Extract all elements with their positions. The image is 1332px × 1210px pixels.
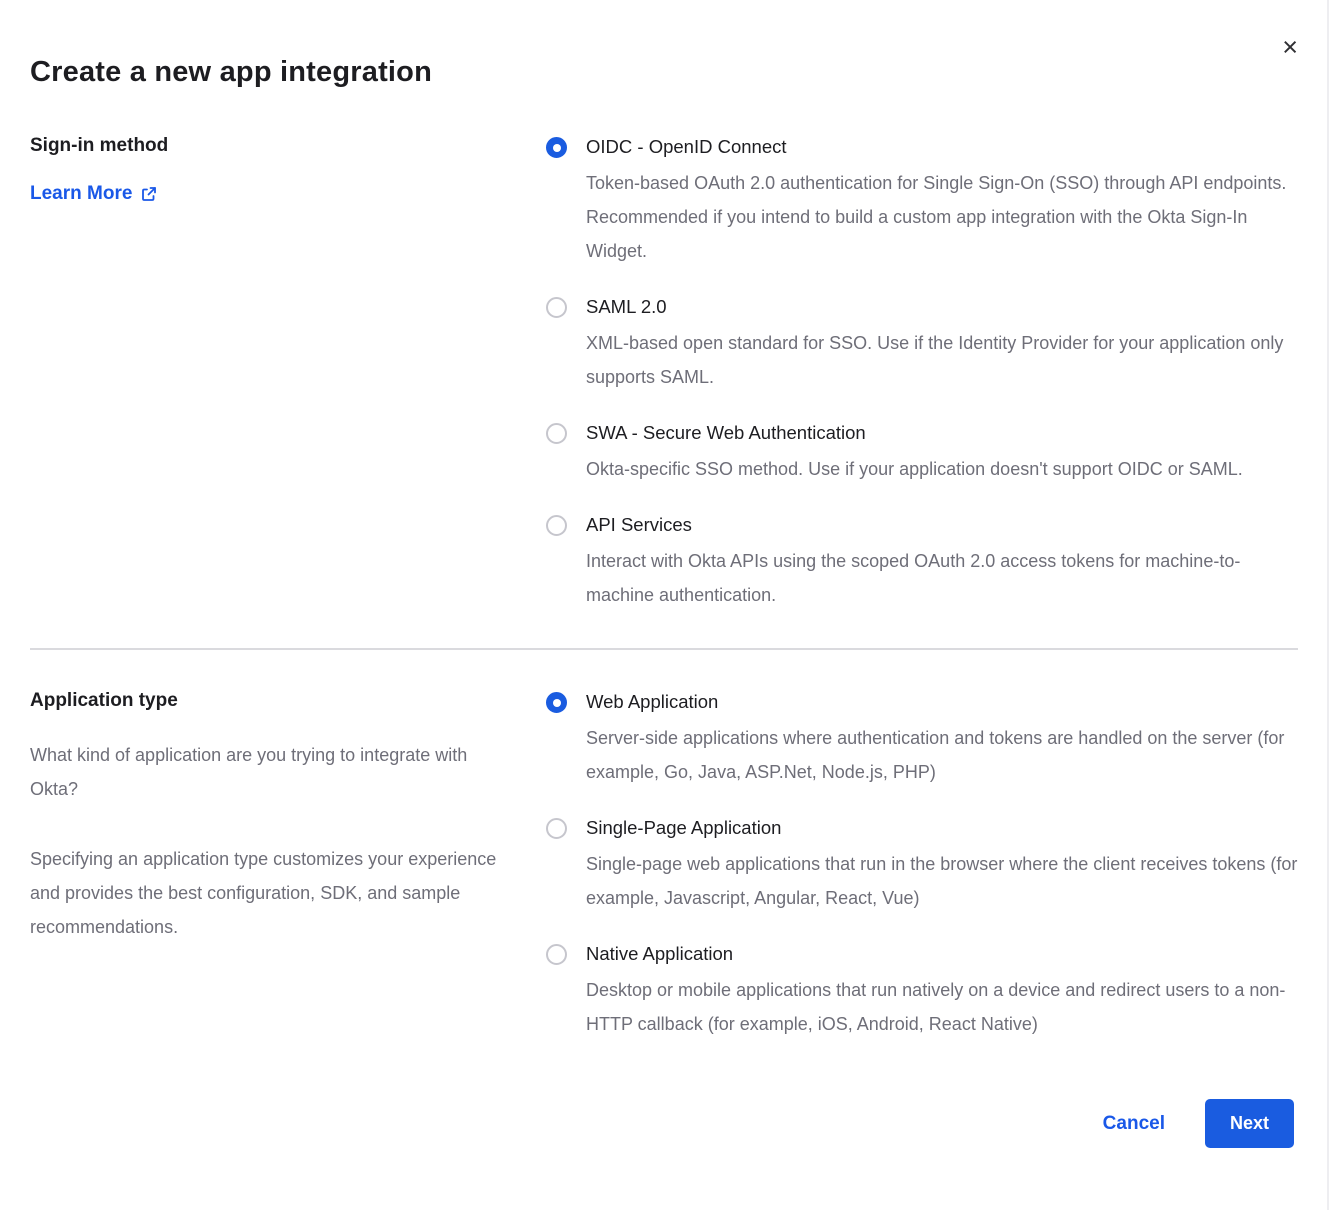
radio-option-label: SWA - Secure Web Authentication	[586, 421, 1243, 445]
radio-button-icon[interactable]	[546, 944, 567, 965]
application-type-section: Application type What kind of applicatio…	[30, 690, 1298, 1041]
radio-option-native-application[interactable]: Native Application Desktop or mobile app…	[546, 942, 1298, 1041]
radio-option-label: API Services	[586, 513, 1298, 537]
radio-option-text: Native Application Desktop or mobile app…	[586, 942, 1298, 1041]
radio-option-description: Server-side applications where authentic…	[586, 721, 1298, 789]
radio-option-text: OIDC - OpenID Connect Token-based OAuth …	[586, 135, 1298, 268]
radio-option-text: Web Application Server-side applications…	[586, 690, 1298, 789]
radio-option-saml-2-0[interactable]: SAML 2.0 XML-based open standard for SSO…	[546, 295, 1298, 394]
learn-more-label: Learn More	[30, 183, 132, 205]
radio-option-web-application[interactable]: Web Application Server-side applications…	[546, 690, 1298, 789]
dialog-title: Create a new app integration	[30, 56, 1298, 89]
right-edge-line	[1327, 0, 1329, 1210]
application-type-explanation: Specifying an application type customize…	[30, 842, 520, 944]
radio-button-icon[interactable]	[546, 137, 567, 158]
cancel-button[interactable]: Cancel	[1103, 1113, 1165, 1135]
radio-option-swa-secure-web-authentication[interactable]: SWA - Secure Web Authentication Okta-spe…	[546, 421, 1298, 486]
radio-option-description: Single-page web applications that run in…	[586, 847, 1298, 915]
application-type-left-column: Application type What kind of applicatio…	[30, 690, 538, 944]
external-link-icon	[141, 186, 157, 202]
radio-option-label: SAML 2.0	[586, 295, 1298, 319]
sign-in-method-section: Sign-in method Learn More OIDC - OpenID …	[30, 135, 1298, 612]
application-type-question: What kind of application are you trying …	[30, 738, 520, 806]
radio-option-text: API Services Interact with Okta APIs usi…	[586, 513, 1298, 612]
radio-option-label: Native Application	[586, 942, 1298, 966]
radio-option-description: Interact with Okta APIs using the scoped…	[586, 544, 1298, 612]
radio-option-description: Token-based OAuth 2.0 authentication for…	[586, 166, 1298, 268]
radio-option-text: SWA - Secure Web Authentication Okta-spe…	[586, 421, 1243, 486]
section-divider	[30, 648, 1298, 650]
radio-option-description: Desktop or mobile applications that run …	[586, 973, 1298, 1041]
learn-more-link[interactable]: Learn More	[30, 183, 157, 205]
radio-option-text: Single-Page Application Single-page web …	[586, 816, 1298, 915]
radio-option-label: Single-Page Application	[586, 816, 1298, 840]
radio-option-label: OIDC - OpenID Connect	[586, 135, 1298, 159]
sign-in-method-label: Sign-in method	[30, 135, 538, 157]
radio-option-label: Web Application	[586, 690, 1298, 714]
radio-button-icon[interactable]	[546, 297, 567, 318]
radio-option-single-page-application[interactable]: Single-Page Application Single-page web …	[546, 816, 1298, 915]
create-app-integration-dialog: × Create a new app integration Sign-in m…	[0, 0, 1332, 1210]
radio-option-api-services[interactable]: API Services Interact with Okta APIs usi…	[546, 513, 1298, 612]
radio-option-description: XML-based open standard for SSO. Use if …	[586, 326, 1298, 394]
sign-in-method-options: OIDC - OpenID Connect Token-based OAuth …	[546, 135, 1298, 612]
close-button[interactable]: ×	[1282, 34, 1298, 61]
radio-button-icon[interactable]	[546, 423, 567, 444]
application-type-options: Web Application Server-side applications…	[546, 690, 1298, 1041]
radio-button-icon[interactable]	[546, 818, 567, 839]
dialog-footer: Cancel Next	[30, 1099, 1298, 1148]
next-button[interactable]: Next	[1205, 1099, 1294, 1148]
close-icon: ×	[1282, 32, 1298, 62]
radio-button-icon[interactable]	[546, 692, 567, 713]
radio-option-oidc-openid-connect[interactable]: OIDC - OpenID Connect Token-based OAuth …	[546, 135, 1298, 268]
radio-option-text: SAML 2.0 XML-based open standard for SSO…	[586, 295, 1298, 394]
sign-in-method-left-column: Sign-in method Learn More	[30, 135, 538, 205]
application-type-label: Application type	[30, 690, 538, 712]
radio-button-icon[interactable]	[546, 515, 567, 536]
radio-option-description: Okta-specific SSO method. Use if your ap…	[586, 452, 1243, 486]
